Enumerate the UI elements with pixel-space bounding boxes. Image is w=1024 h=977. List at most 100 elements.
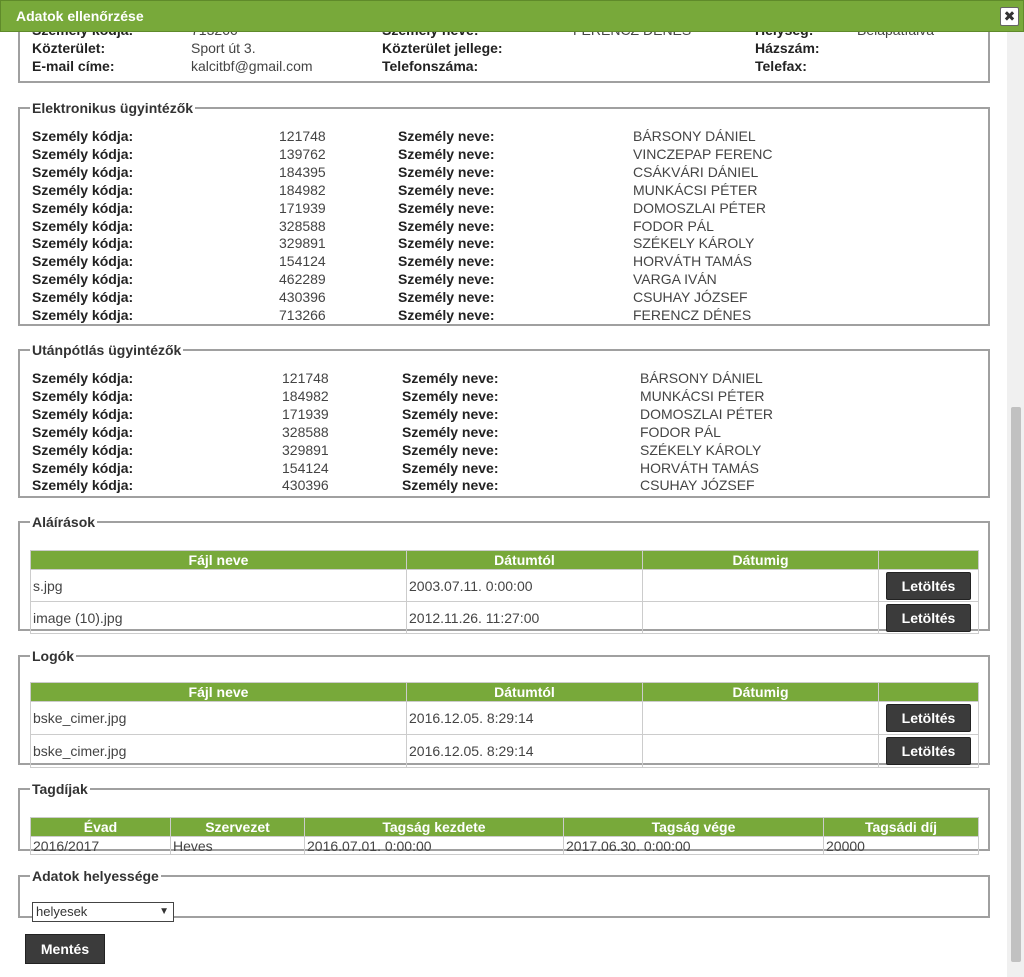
vertical-scrollbar[interactable] bbox=[1007, 32, 1024, 977]
table-row: image (10).jpg 2012.11.26. 11:27:00 Letö… bbox=[30, 601, 979, 634]
column-header: Fájl neve bbox=[30, 550, 407, 570]
person-code-value: 171939 bbox=[279, 199, 326, 216]
person-name-value: FODOR PÁL bbox=[633, 217, 714, 234]
file-name-cell: bske_cimer.jpg bbox=[30, 701, 407, 735]
column-header: Tagsádi díj bbox=[823, 817, 979, 837]
column-header: Évad bbox=[30, 817, 171, 837]
correctness-select[interactable]: helyesek ▼ bbox=[32, 902, 174, 922]
person-name-value: FODOR PÁL bbox=[640, 423, 721, 440]
file-name-cell: bske_cimer.jpg bbox=[30, 734, 407, 768]
person-name-label: Személy neve: bbox=[398, 253, 495, 270]
person-code-value: 329891 bbox=[282, 441, 329, 458]
person-code-value: 462289 bbox=[279, 271, 326, 288]
season-cell: 2016/2017 bbox=[30, 836, 171, 855]
person-name-value: CSÁKVÁRI DÁNIEL bbox=[633, 163, 759, 180]
download-button[interactable]: Letöltés bbox=[886, 737, 971, 765]
column-header: Dátumtól bbox=[406, 550, 643, 570]
data-correctness-fieldset: Adatok helyessége helyesek ▼ bbox=[18, 868, 990, 922]
action-cell: Letöltés bbox=[878, 701, 979, 735]
person-name-label: Személy neve: bbox=[402, 405, 499, 422]
person-code-value: 139762 bbox=[279, 145, 326, 162]
column-header: Fájl neve bbox=[30, 682, 407, 702]
membership-fees-fieldset: Tagdíjak Évad Szervezet Tagság kezdete T… bbox=[18, 781, 990, 855]
person-code-label: Személy kódja: bbox=[32, 387, 134, 404]
person-name-value: BÁRSONY DÁNIEL bbox=[640, 370, 763, 386]
person-code-value: 713266 bbox=[279, 307, 326, 323]
person-name-value: SZÉKELY KÁROLY bbox=[633, 235, 755, 252]
person-name-value: CSUHAY JÓZSEF bbox=[633, 289, 748, 306]
person-code-label: Személy kódja: bbox=[32, 163, 134, 180]
column-header: Szervezet bbox=[170, 817, 305, 837]
file-name-cell: s.jpg bbox=[30, 569, 407, 602]
date-from-cell: 2003.07.11. 0:00:00 bbox=[406, 569, 643, 602]
person-code-value: 154124 bbox=[279, 253, 326, 270]
electronic-administrators-fieldset: Elektronikus ügyintézők Személy kódja: 12… bbox=[18, 100, 990, 326]
person-code-label: Személy kódja: bbox=[32, 289, 134, 306]
selected-value: helyesek bbox=[36, 904, 88, 919]
person-name-label: Személy neve: bbox=[402, 459, 499, 476]
person-code-label: Személy kódja: bbox=[32, 145, 134, 162]
person-code-value: 430396 bbox=[282, 477, 329, 494]
person-name-value: BÁRSONY DÁNIEL bbox=[633, 128, 756, 144]
column-header: Dátumig bbox=[642, 550, 879, 570]
download-button[interactable]: Letöltés bbox=[886, 704, 971, 732]
person-code-label: Személy kódja: bbox=[32, 459, 134, 476]
organization-cell: Heves bbox=[170, 836, 305, 855]
signatures-table: Fájl neve Dátumtól Dátumig s.jpg 2003.07… bbox=[30, 550, 979, 634]
person-name-label: Személy neve: bbox=[398, 289, 495, 306]
signatures-fieldset: Aláírások Fájl neve Dátumtól Dátumig s.j… bbox=[18, 514, 990, 634]
person-code-label: Személy kódja: bbox=[32, 199, 134, 216]
person-name-value: HORVÁTH TAMÁS bbox=[633, 253, 753, 270]
dropdown-arrow-icon: ▼ bbox=[159, 906, 169, 917]
person-name-value: FERENCZ DÉNES bbox=[633, 307, 752, 323]
date-to-cell bbox=[642, 701, 879, 735]
person-code-value: 154124 bbox=[282, 459, 329, 476]
person-code-label: Személy kódja: bbox=[32, 217, 134, 234]
field-label: Közterület: bbox=[32, 40, 106, 56]
person-name-label: Személy neve: bbox=[402, 387, 499, 404]
person-code-label: Személy kódja: bbox=[32, 370, 134, 386]
logos-fieldset: Logók Fájl neve Dátumtól Dátumig bske_ci… bbox=[18, 648, 990, 768]
column-header: Tagság vége bbox=[563, 817, 824, 837]
field-label: E-mail címe: bbox=[32, 58, 115, 74]
person-name-value: HORVÁTH TAMÁS bbox=[640, 459, 760, 476]
date-to-cell bbox=[642, 569, 879, 602]
column-header bbox=[878, 682, 979, 702]
scrollbar-thumb[interactable] bbox=[1011, 407, 1021, 962]
fee-cell: 20000 bbox=[823, 836, 979, 855]
download-button[interactable]: Letöltés bbox=[886, 603, 971, 632]
person-code-value: 329891 bbox=[279, 235, 326, 252]
person-code-label: Személy kódja: bbox=[32, 271, 134, 288]
person-name-value: VARGA IVÁN bbox=[633, 271, 717, 288]
field-value: Sport út 3. bbox=[191, 40, 256, 56]
close-icon[interactable]: ✖ bbox=[1000, 7, 1019, 26]
fieldset-legend: Adatok helyessége bbox=[32, 868, 159, 884]
person-name-label: Személy neve: bbox=[398, 217, 495, 234]
person-code-value: 184982 bbox=[279, 181, 326, 198]
fieldset-legend: Tagdíjak bbox=[32, 781, 88, 797]
person-code-label: Személy kódja: bbox=[32, 235, 134, 252]
download-button[interactable]: Letöltés bbox=[886, 571, 971, 600]
save-button[interactable]: Mentés bbox=[25, 934, 105, 964]
person-name-label: Személy neve: bbox=[402, 423, 499, 440]
date-to-cell bbox=[642, 734, 879, 768]
column-header bbox=[878, 550, 979, 570]
person-name-value: MUNKÁCSI PÉTER bbox=[640, 387, 765, 404]
dialog-content: Személy kódja: 713266 Személy neve: FERE… bbox=[0, 0, 1007, 977]
membership-fees-table: Évad Szervezet Tagság kezdete Tagság vég… bbox=[30, 817, 979, 855]
field-label: Telefax: bbox=[755, 58, 807, 74]
person-name-label: Személy neve: bbox=[398, 271, 495, 288]
person-code-value: 328588 bbox=[279, 217, 326, 234]
person-name-value: MUNKÁCSI PÉTER bbox=[633, 181, 758, 198]
person-code-label: Személy kódja: bbox=[32, 181, 134, 198]
person-name-label: Személy neve: bbox=[398, 307, 495, 323]
field-label: Házszám: bbox=[755, 40, 820, 56]
person-code-label: Személy kódja: bbox=[32, 477, 134, 494]
date-from-cell: 2016.12.05. 8:29:14 bbox=[406, 734, 643, 768]
date-from-cell: 2012.11.26. 11:27:00 bbox=[406, 601, 643, 634]
action-cell: Letöltés bbox=[878, 734, 979, 768]
person-name-label: Személy neve: bbox=[402, 441, 499, 458]
person-code-value: 184982 bbox=[282, 387, 329, 404]
action-cell: Letöltés bbox=[878, 601, 979, 634]
membership-start-cell: 2016.07.01. 0:00:00 bbox=[304, 836, 564, 855]
